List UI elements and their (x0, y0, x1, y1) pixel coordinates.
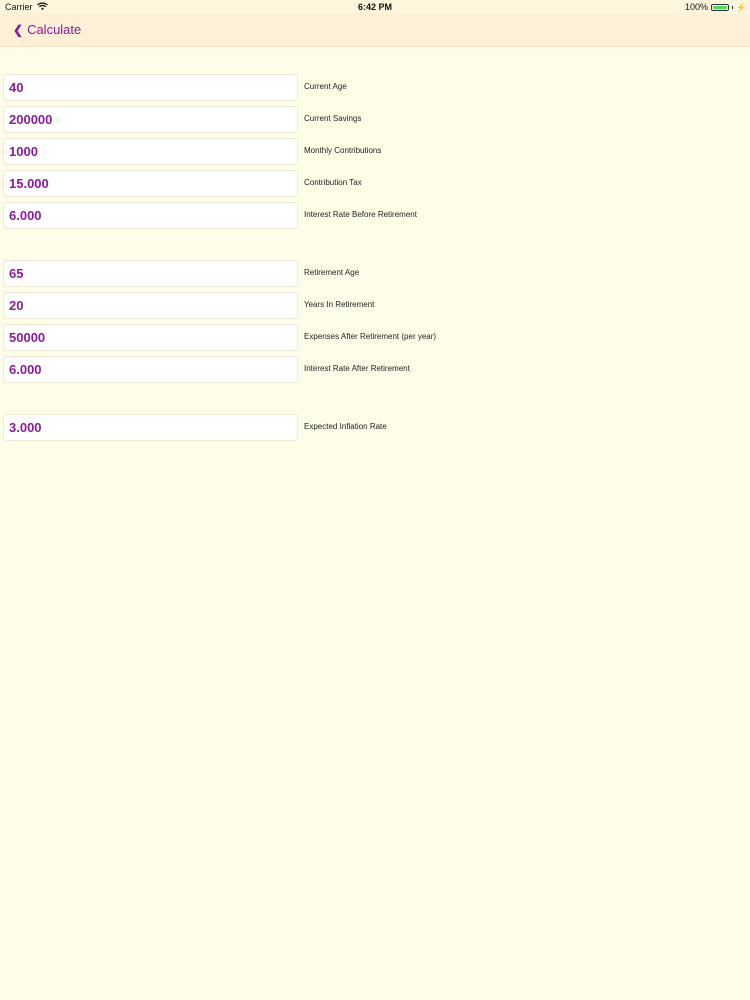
current-age-label: Current Age (304, 82, 347, 91)
current-savings-field[interactable]: 200000 (3, 106, 298, 133)
chevron-left-icon: ❮ (13, 22, 24, 37)
contribution-tax-label: Contribution Tax (304, 178, 362, 187)
years-in-retirement-field[interactable]: 20 (3, 292, 298, 319)
form-row-current-age: 40 Current Age (3, 74, 743, 101)
form-row-monthly-contributions: 1000 Monthly Contributions (3, 138, 743, 165)
battery-icon (711, 3, 730, 11)
form-row-years-in-retirement: 20 Years In Retirement (3, 292, 743, 319)
current-age-field[interactable]: 40 (3, 74, 298, 101)
status-bar: Carrier 6:42 PM 100% ⚡ (0, 0, 750, 14)
retirement-age-field[interactable]: 65 (3, 260, 298, 287)
expected-inflation-rate-field[interactable]: 3.000 (3, 414, 298, 441)
status-right: 100% ⚡ (685, 2, 746, 12)
expected-inflation-rate-label: Expected Inflation Rate (304, 422, 387, 431)
expenses-after-retirement-field[interactable]: 50000 (3, 324, 298, 351)
back-button-label: Calculate (27, 22, 82, 37)
expenses-after-retirement-label: Expenses After Retirement (per year) (304, 332, 437, 341)
interest-rate-after-retirement-field[interactable]: 6.000 (3, 356, 298, 383)
nav-bar: ❮ Calculate (0, 14, 750, 47)
form-row-interest-rate-after-retirement: 6.000 Interest Rate After Retirement (3, 356, 743, 383)
monthly-contributions-field[interactable]: 1000 (3, 138, 298, 165)
retirement-age-label: Retirement Age (304, 268, 360, 277)
battery-percent: 100% (685, 2, 709, 12)
status-time: 6:42 PM (357, 2, 392, 12)
contribution-tax-field[interactable]: 15.000 (3, 170, 298, 197)
interest-rate-before-retirement-field[interactable]: 6.000 (3, 202, 298, 229)
battery-fill (713, 5, 728, 9)
battery-nub (732, 5, 734, 9)
back-button[interactable]: ❮ Calculate (13, 22, 81, 37)
interest-rate-before-retirement-label: Interest Rate Before Retirement (304, 210, 417, 219)
current-savings-label: Current Savings (304, 114, 362, 123)
charging-bolt-icon: ⚡ (736, 2, 746, 12)
form-row-expenses-after-retirement: 50000 Expenses After Retirement (per yea… (3, 324, 743, 351)
form-row-interest-rate-before-retirement: 6.000 Interest Rate Before Retirement (3, 202, 743, 229)
form-row-contribution-tax: 15.000 Contribution Tax (3, 170, 743, 197)
form-row-expected-inflation-rate: 3.000 Expected Inflation Rate (3, 414, 743, 441)
monthly-contributions-label: Monthly Contributions (304, 146, 382, 155)
form-row-retirement-age: 65 Retirement Age (3, 260, 743, 287)
years-in-retirement-label: Years In Retirement (304, 300, 375, 309)
interest-rate-after-retirement-label: Interest Rate After Retirement (304, 364, 410, 373)
form-row-current-savings: 200000 Current Savings (3, 106, 743, 133)
